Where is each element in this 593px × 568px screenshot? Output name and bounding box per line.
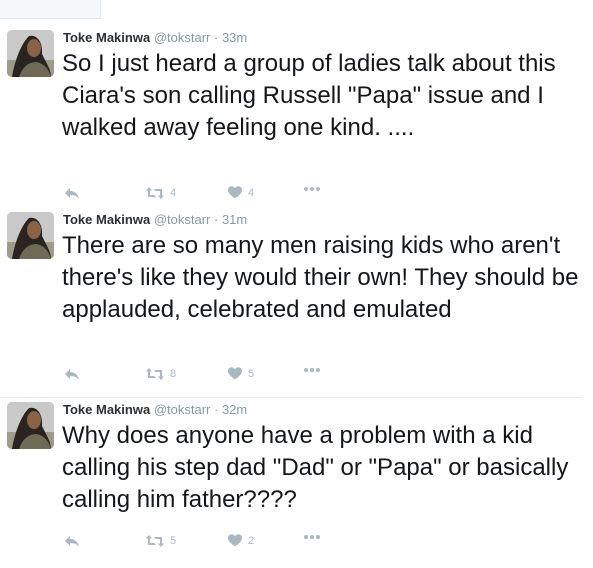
retweet-count: 4 [170, 187, 177, 199]
author-name[interactable]: Toke Makinwa [63, 212, 150, 227]
author-handle[interactable]: @tokstarr [154, 212, 211, 227]
retweet-icon [146, 534, 164, 548]
author-name[interactable]: Toke Makinwa [63, 402, 150, 417]
author-handle[interactable]: @tokstarr [154, 30, 211, 45]
more-button[interactable] [303, 534, 321, 540]
like-count: 4 [248, 186, 255, 199]
like-count: 2 [248, 534, 255, 547]
tweet-header: Toke Makinwa @tokstarr · 33m [63, 30, 247, 45]
avatar[interactable] [7, 402, 54, 449]
tweet[interactable]: Toke Makinwa @tokstarr · 31m There are s… [0, 208, 593, 398]
retweet-button[interactable]: 4 [146, 186, 176, 200]
retweet-icon [146, 367, 164, 381]
reply-button[interactable] [64, 186, 80, 200]
timestamp[interactable]: 32m [222, 402, 247, 417]
reply-icon [64, 534, 80, 548]
retweet-count: 5 [170, 535, 177, 547]
heart-icon [228, 367, 242, 380]
tweet-header: Toke Makinwa @tokstarr · 31m [63, 212, 247, 227]
like-button[interactable]: 4 [228, 186, 254, 199]
reply-icon [64, 186, 80, 200]
separator: · [213, 402, 219, 417]
more-button[interactable] [303, 367, 321, 373]
tweet-text: Why does anyone have a problem with a ki… [62, 422, 569, 513]
avatar[interactable] [7, 30, 54, 77]
like-button[interactable]: 2 [228, 534, 254, 547]
like-count: 5 [248, 367, 255, 380]
timestamp[interactable]: 31m [222, 212, 247, 227]
retweet-icon [146, 186, 164, 200]
tweet-text: There are so many men raising kids who a… [62, 232, 579, 323]
heart-icon [228, 186, 242, 199]
tweet[interactable]: Toke Makinwa @tokstarr · 32m Why does an… [0, 398, 593, 568]
author-handle[interactable]: @tokstarr [154, 402, 211, 417]
more-button[interactable] [303, 186, 321, 192]
more-icon [303, 367, 321, 373]
more-icon [303, 186, 321, 192]
reply-button[interactable] [64, 367, 80, 381]
timestamp[interactable]: 33m [222, 30, 247, 45]
retweet-button[interactable]: 8 [146, 367, 176, 381]
heart-icon [228, 534, 242, 547]
retweet-count: 8 [170, 368, 177, 380]
author-name[interactable]: Toke Makinwa [63, 30, 150, 45]
avatar[interactable] [7, 212, 54, 259]
separator: · [213, 30, 219, 45]
separator: · [213, 212, 219, 227]
tweet-header: Toke Makinwa @tokstarr · 32m [63, 402, 247, 417]
top-panel-fragment [0, 0, 101, 19]
reply-button[interactable] [64, 534, 80, 548]
tweet-text: So I just heard a group of ladies talk a… [62, 50, 556, 141]
reply-icon [64, 367, 80, 381]
more-icon [303, 534, 321, 540]
like-button[interactable]: 5 [228, 367, 254, 380]
tweet[interactable]: Toke Makinwa @tokstarr · 33m So I just h… [0, 22, 593, 208]
retweet-button[interactable]: 5 [146, 534, 176, 548]
